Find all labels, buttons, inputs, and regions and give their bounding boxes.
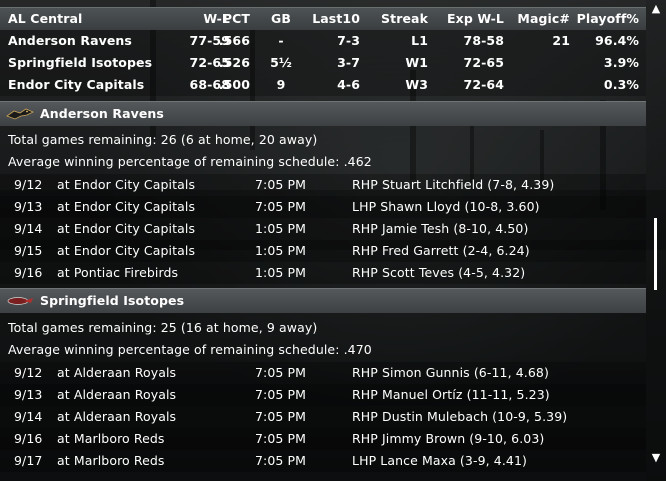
team-exp-wl: 78-58 — [463, 33, 504, 48]
col-streak[interactable]: Streak — [370, 8, 428, 30]
game-date: 9/14 — [14, 409, 43, 424]
division-standings-panel: AL Central W-L PCT GB Last10 Streak Exp … — [0, 0, 646, 481]
game-time: 1:05 PM — [255, 265, 307, 280]
col-playoff[interactable]: Playoff% — [572, 8, 639, 30]
game-time: 7:05 PM — [255, 199, 307, 214]
team-gb: 9 — [276, 77, 286, 92]
game-date: 9/16 — [14, 265, 43, 280]
game-date: 9/16 — [14, 431, 43, 446]
team-streak: L1 — [411, 33, 428, 48]
game-time: 1:05 PM — [255, 243, 307, 258]
game-opponent[interactable]: at Alderaan Royals — [57, 406, 176, 428]
team-playoff: 3.9% — [603, 55, 639, 70]
game-date: 9/12 — [14, 177, 43, 192]
isotopes-logo-icon — [7, 297, 33, 305]
team-schedule-header: Springfield Isotopes — [0, 288, 646, 313]
arrow-down-icon[interactable]: ▼ — [646, 451, 666, 464]
game-date: 9/12 — [14, 365, 43, 380]
team-gb: - — [278, 33, 284, 48]
team-exp-wl: 72-65 — [463, 55, 504, 70]
standings-row[interactable]: Endor City Capitals 68-68 .500 9 4-6 W3 … — [0, 74, 646, 96]
game-time: 7:05 PM — [255, 453, 307, 468]
game-pitcher[interactable]: LHP Lance Maxa (3-9, 4.41) — [352, 450, 527, 472]
game-date: 9/14 — [14, 221, 43, 236]
game-time: 7:05 PM — [255, 431, 307, 446]
game-pitcher[interactable]: RHP Fred Garrett (2-4, 6.24) — [352, 240, 530, 262]
game-pitcher[interactable]: RHP Scott Teves (4-5, 4.32) — [352, 262, 525, 284]
team-pct: .526 — [218, 55, 250, 70]
game-opponent[interactable]: at Alderaan Royals — [57, 384, 176, 406]
game-pitcher[interactable]: RHP Jimmy Brown (9-10, 6.03) — [352, 428, 544, 450]
game-pitcher[interactable]: LHP Shawn Lloyd (10-8, 3.60) — [352, 196, 540, 218]
schedule-row[interactable]: 9/13 at Alderaan Royals 7:05 PM RHP Manu… — [0, 384, 646, 406]
schedule-row[interactable]: 9/16 at Pontiac Firebirds 1:05 PM RHP Sc… — [0, 262, 646, 284]
arrow-up-icon[interactable]: ▲ — [646, 2, 666, 15]
game-opponent[interactable]: at Pontiac Firebirds — [57, 262, 178, 284]
standings-row[interactable]: Anderson Ravens 77-59 .566 - 7-3 L1 78-5… — [0, 30, 646, 52]
team-name[interactable]: Anderson Ravens — [8, 30, 132, 52]
schedule-row[interactable]: 9/14 at Alderaan Royals 7:05 PM RHP Dust… — [0, 406, 646, 428]
game-opponent[interactable]: at Marlboro Reds — [57, 428, 165, 450]
col-last10[interactable]: Last10 — [300, 8, 360, 30]
team-pct: .500 — [218, 77, 250, 92]
game-opponent[interactable]: at Endor City Capitals — [57, 218, 195, 240]
col-pct[interactable]: PCT — [216, 8, 250, 30]
schedule-row[interactable]: 9/14 at Endor City Capitals 1:05 PM RHP … — [0, 218, 646, 240]
team-playoff: 96.4% — [595, 33, 639, 48]
game-opponent[interactable]: at Endor City Capitals — [57, 174, 195, 196]
team-streak: W1 — [405, 55, 428, 70]
game-date: 9/13 — [14, 199, 43, 214]
team-name[interactable]: Endor City Capitals — [8, 74, 144, 96]
schedule-team-name: Anderson Ravens — [40, 106, 164, 121]
game-pitcher[interactable]: RHP Manuel Ortíz (11-11, 5.23) — [352, 384, 550, 406]
game-date: 9/13 — [14, 387, 43, 402]
schedule-row[interactable]: 9/17 at Marlboro Reds 7:05 PM LHP Lance … — [0, 450, 646, 472]
game-pitcher[interactable]: RHP Dustin Mulebach (10-9, 5.39) — [352, 406, 567, 428]
col-gb[interactable]: GB — [264, 8, 298, 30]
game-time: 7:05 PM — [255, 177, 307, 192]
schedule-row[interactable]: 9/12 at Endor City Capitals 7:05 PM RHP … — [0, 174, 646, 196]
team-magic: 21 — [552, 33, 570, 48]
raven-logo-icon — [6, 108, 34, 120]
game-pitcher[interactable]: RHP Jamie Tesh (8-10, 4.50) — [352, 218, 528, 240]
standings-header: AL Central W-L PCT GB Last10 Streak Exp … — [0, 7, 646, 30]
team-playoff: 0.3% — [603, 77, 639, 92]
team-last10: 4-6 — [337, 77, 360, 92]
avg-win-pct-text: Average winning percentage of remaining … — [8, 154, 372, 169]
game-time: 7:05 PM — [255, 387, 307, 402]
standings-row[interactable]: Springfield Isotopes 72-65 .526 5½ 3-7 W… — [0, 52, 646, 74]
team-last10: 3-7 — [337, 55, 360, 70]
team-schedule-header: Anderson Ravens — [0, 101, 646, 126]
team-streak: W3 — [405, 77, 428, 92]
game-opponent[interactable]: at Alderaan Royals — [57, 362, 176, 384]
game-date: 9/17 — [14, 453, 43, 468]
team-last10: 7-3 — [337, 33, 360, 48]
scrollbar-thumb[interactable] — [654, 218, 657, 290]
division-name[interactable]: AL Central — [8, 8, 82, 30]
schedule-row[interactable]: 9/16 at Marlboro Reds 7:05 PM RHP Jimmy … — [0, 428, 646, 450]
col-magic[interactable]: Magic# — [514, 8, 570, 30]
schedule-row[interactable]: 9/13 at Endor City Capitals 7:05 PM LHP … — [0, 196, 646, 218]
game-opponent[interactable]: at Endor City Capitals — [57, 240, 195, 262]
schedule-row[interactable]: 9/12 at Alderaan Royals 7:05 PM RHP Simo… — [0, 362, 646, 384]
schedule-row[interactable]: 9/15 at Endor City Capitals 1:05 PM RHP … — [0, 240, 646, 262]
vertical-scrollbar[interactable]: ▲ ▼ — [646, 0, 666, 481]
game-date: 9/15 — [14, 243, 43, 258]
games-remaining-text: Total games remaining: 25 (16 at home, 9… — [8, 320, 318, 335]
col-exp-wl[interactable]: Exp W-L — [436, 8, 504, 30]
team-exp-wl: 72-64 — [463, 77, 504, 92]
game-pitcher[interactable]: RHP Stuart Litchfield (7-8, 4.39) — [352, 174, 554, 196]
game-time: 1:05 PM — [255, 221, 307, 236]
game-pitcher[interactable]: RHP Simon Gunnis (6-11, 4.68) — [352, 362, 549, 384]
game-time: 7:05 PM — [255, 409, 307, 424]
team-name[interactable]: Springfield Isotopes — [8, 52, 152, 74]
avg-win-pct-text: Average winning percentage of remaining … — [8, 342, 372, 357]
team-gb: 5½ — [270, 55, 292, 70]
game-opponent[interactable]: at Endor City Capitals — [57, 196, 195, 218]
game-time: 7:05 PM — [255, 365, 307, 380]
game-opponent[interactable]: at Marlboro Reds — [57, 450, 165, 472]
team-pct: .566 — [218, 33, 250, 48]
games-remaining-text: Total games remaining: 26 (6 at home, 20… — [8, 132, 318, 147]
schedule-team-name: Springfield Isotopes — [40, 293, 185, 308]
